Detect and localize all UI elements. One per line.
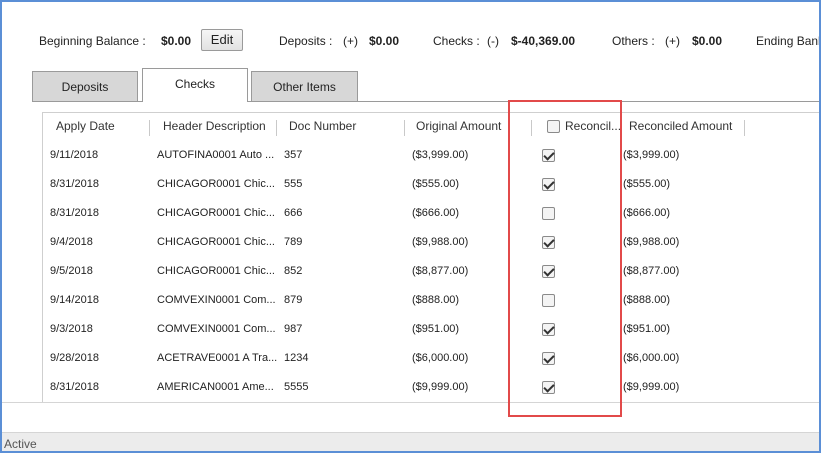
- header-description-cell: CHICAGOR0001 Chic...: [157, 236, 275, 248]
- apply-date-cell: 9/5/2018: [50, 265, 93, 277]
- deposits-sign: (+): [343, 34, 358, 48]
- table-row[interactable]: 8/31/2018 AMERICAN0001 Ame... 5555 ($9,999.…: [43, 374, 819, 403]
- grid-footer-area: [2, 402, 819, 432]
- original-amount-cell: ($3,999.00): [412, 149, 469, 161]
- column-separator: [404, 120, 405, 136]
- doc-number-cell: 852: [284, 265, 303, 277]
- edit-button[interactable]: Edit: [201, 29, 243, 51]
- original-amount-cell: ($9,999.00): [412, 381, 469, 393]
- checks-sign: (-): [487, 34, 499, 48]
- header-description-cell: ACETRAVE0001 A Tra...: [157, 352, 278, 364]
- header-description-cell: AUTOFINA0001 Auto ...: [157, 149, 275, 161]
- reconciled-checkbox[interactable]: [542, 323, 555, 336]
- original-amount-cell: ($951.00): [412, 323, 460, 335]
- apply-date-cell: 9/28/2018: [50, 352, 99, 364]
- reconciled-amount-cell: ($951.00): [623, 323, 671, 335]
- original-amount-cell: ($666.00): [412, 207, 460, 219]
- reconciled-checkbox[interactable]: [542, 149, 555, 162]
- tab-other-items[interactable]: Other Items: [251, 71, 358, 102]
- table-row[interactable]: 9/3/2018 COMVEXIN0001 Com... 987 ($951.00) (…: [43, 316, 819, 345]
- others-value: $0.00: [692, 34, 723, 48]
- header-description-cell: CHICAGOR0001 Chic...: [157, 207, 275, 219]
- tab-checks[interactable]: Checks: [142, 68, 248, 102]
- reconciled-amount-cell: ($3,999.00): [623, 149, 680, 161]
- column-reconciled[interactable]: Reconcil...: [565, 119, 621, 133]
- reconciled-amount-cell: ($666.00): [623, 207, 671, 219]
- checks-label: Checks :: [433, 34, 480, 48]
- table-row[interactable]: 9/28/2018 ACETRAVE0001 A Tra... 1234 ($6,00…: [43, 345, 819, 374]
- reconciled-amount-cell: ($6,000.00): [623, 352, 680, 364]
- others-label: Others :: [612, 34, 655, 48]
- reconciled-amount-cell: ($555.00): [623, 178, 671, 190]
- apply-date-cell: 8/31/2018: [50, 207, 99, 219]
- original-amount-cell: ($9,988.00): [412, 236, 469, 248]
- doc-number-cell: 5555: [284, 381, 309, 393]
- beginning-balance-value: $0.00: [161, 34, 192, 48]
- column-header-description[interactable]: Header Description: [163, 119, 266, 133]
- reconciled-checkbox[interactable]: [542, 207, 555, 220]
- column-apply-date[interactable]: Apply Date: [56, 119, 115, 133]
- reconciled-checkbox[interactable]: [542, 236, 555, 249]
- original-amount-cell: ($555.00): [412, 178, 460, 190]
- original-amount-cell: ($888.00): [412, 294, 460, 306]
- checks-grid: Apply Date Header Description Doc Number…: [42, 112, 819, 404]
- header-description-cell: AMERICAN0001 Ame...: [157, 381, 274, 393]
- doc-number-cell: 357: [284, 149, 303, 161]
- reconciled-amount-cell: ($8,877.00): [623, 265, 680, 277]
- apply-date-cell: 8/31/2018: [50, 178, 99, 190]
- doc-number-cell: 987: [284, 323, 303, 335]
- apply-date-cell: 8/31/2018: [50, 381, 99, 393]
- deposits-label: Deposits :: [279, 34, 333, 48]
- column-separator: [744, 120, 745, 136]
- reconciled-checkbox[interactable]: [542, 294, 555, 307]
- header-description-cell: COMVEXIN0001 Com...: [157, 323, 276, 335]
- reconcile-window: Beginning Balance : $0.00 Edit Deposits …: [0, 0, 821, 453]
- ending-balance-label: Ending Bank: [756, 34, 821, 48]
- status-text: Active: [4, 437, 37, 451]
- apply-date-cell: 9/14/2018: [50, 294, 99, 306]
- reconciled-amount-cell: ($888.00): [623, 294, 671, 306]
- apply-date-cell: 9/11/2018: [50, 149, 99, 161]
- original-amount-cell: ($6,000.00): [412, 352, 469, 364]
- table-row[interactable]: 9/4/2018 CHICAGOR0001 Chic... 789 ($9,988.0…: [43, 229, 819, 258]
- doc-number-cell: 555: [284, 178, 303, 190]
- table-row[interactable]: 9/11/2018 AUTOFINA0001 Auto ... 357 ($3,999…: [43, 142, 819, 171]
- header-description-cell: CHICAGOR0001 Chic...: [157, 265, 275, 277]
- reconciled-checkbox[interactable]: [542, 352, 555, 365]
- column-separator: [621, 120, 622, 136]
- reconciled-checkbox[interactable]: [542, 265, 555, 278]
- deposits-value: $0.00: [369, 34, 400, 48]
- header-description-cell: COMVEXIN0001 Com...: [157, 294, 276, 306]
- checks-value: $-40,369.00: [511, 34, 576, 48]
- doc-number-cell: 879: [284, 294, 303, 306]
- table-row[interactable]: 8/31/2018 CHICAGOR0001 Chic... 666 ($666.00…: [43, 200, 819, 229]
- table-row[interactable]: 8/31/2018 CHICAGOR0001 Chic... 555 ($555.00…: [43, 171, 819, 200]
- column-doc-number[interactable]: Doc Number: [289, 119, 356, 133]
- original-amount-cell: ($8,877.00): [412, 265, 469, 277]
- apply-date-cell: 9/3/2018: [50, 323, 93, 335]
- doc-number-cell: 1234: [284, 352, 309, 364]
- reconciled-amount-cell: ($9,999.00): [623, 381, 680, 393]
- column-separator: [149, 120, 150, 136]
- reconciled-checkbox[interactable]: [542, 178, 555, 191]
- balance-summary: Beginning Balance : $0.00 Edit Deposits …: [2, 2, 821, 64]
- table-row[interactable]: 9/14/2018 COMVEXIN0001 Com... 879 ($888.00)…: [43, 287, 819, 316]
- apply-date-cell: 9/4/2018: [50, 236, 93, 248]
- column-reconciled-amount[interactable]: Reconciled Amount: [629, 119, 732, 133]
- table-row[interactable]: 9/5/2018 CHICAGOR0001 Chic... 852 ($8,877.0…: [43, 258, 819, 287]
- header-description-cell: CHICAGOR0001 Chic...: [157, 178, 275, 190]
- beginning-balance-label: Beginning Balance :: [39, 34, 146, 48]
- column-original-amount[interactable]: Original Amount: [416, 119, 501, 133]
- reconciled-checkbox[interactable]: [542, 381, 555, 394]
- tab-deposits[interactable]: Deposits: [32, 71, 138, 102]
- doc-number-cell: 789: [284, 236, 303, 248]
- select-all-reconciled-checkbox[interactable]: [547, 120, 560, 133]
- others-sign: (+): [665, 34, 680, 48]
- reconciled-amount-cell: ($9,988.00): [623, 236, 680, 248]
- status-bar: Active: [2, 432, 819, 451]
- doc-number-cell: 666: [284, 207, 303, 219]
- column-separator: [531, 120, 532, 136]
- column-separator: [276, 120, 277, 136]
